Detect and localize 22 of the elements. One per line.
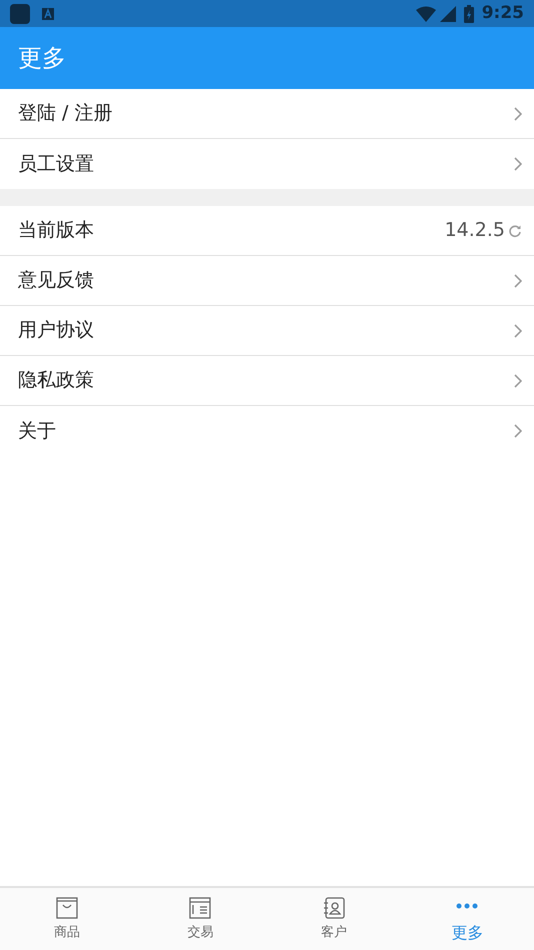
refresh-icon <box>508 224 522 238</box>
page-title: 更多 <box>18 43 66 74</box>
chevron-right-icon <box>514 106 522 120</box>
signal-icon <box>440 6 456 22</box>
contact-book-icon <box>322 896 345 919</box>
tab[interactable]: 客户 <box>267 888 400 950</box>
chevron-right-icon <box>514 157 522 171</box>
status-time: 9:25 <box>482 2 524 25</box>
tab[interactable]: 商品 <box>0 888 134 950</box>
tab[interactable]: 交易 <box>134 888 267 950</box>
keyboard-icon <box>42 8 54 20</box>
app-icon <box>10 4 30 24</box>
chevron-right-icon <box>514 324 522 338</box>
chevron-right-icon <box>514 274 522 288</box>
more-icon <box>456 902 478 908</box>
version-number: 14.2.5 <box>444 218 505 244</box>
bag-icon <box>56 896 78 919</box>
wifi-icon <box>416 6 436 22</box>
chevron-right-icon <box>514 374 522 388</box>
battery-icon <box>464 4 474 22</box>
chevron-right-icon <box>514 424 522 438</box>
receipt-icon <box>189 896 212 919</box>
